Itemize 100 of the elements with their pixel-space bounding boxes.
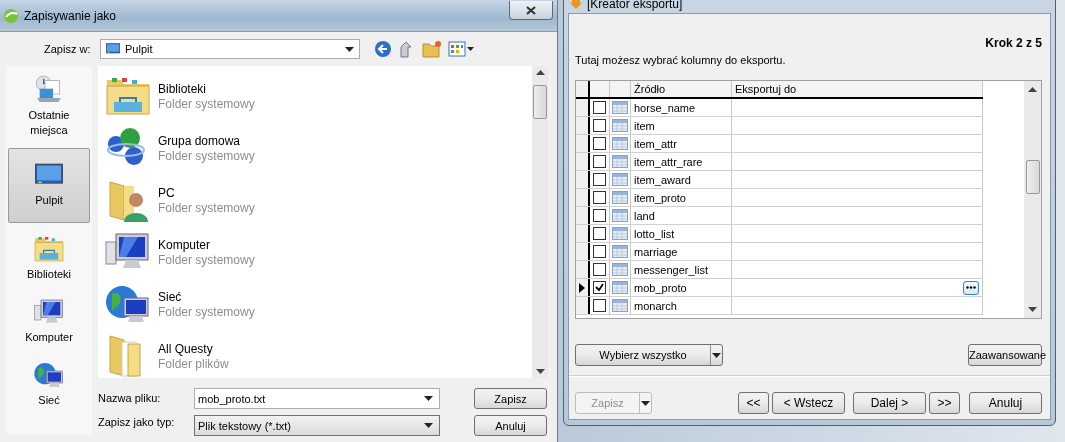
row-header-cell[interactable]	[576, 135, 590, 152]
item-type: Folder systemowy	[158, 96, 255, 111]
checkbox[interactable]	[593, 173, 606, 186]
filetype-dropdown[interactable]: Plik tekstowy (*.txt)	[194, 415, 440, 436]
source-cell: monarch	[631, 297, 732, 314]
sidebar-item[interactable]: Ostatnie miejsca	[8, 70, 90, 142]
source-cell: lotto_list	[631, 225, 732, 242]
table-icon	[612, 227, 628, 240]
window-title: Zapisywanie jako	[24, 8, 118, 23]
instruction-text: Tutaj możesz wybrać kolumny do eksportu.	[575, 54, 787, 66]
sidebar-item[interactable]: Komputer	[8, 292, 90, 349]
item-type: Folder systemowy	[158, 200, 255, 215]
row-header-cell[interactable]	[576, 117, 590, 134]
item-type: Folder systemowy	[158, 252, 255, 267]
scrollbar[interactable]	[532, 66, 548, 378]
save-button[interactable]: Zapisz	[474, 388, 547, 409]
checkbox[interactable]	[593, 209, 606, 222]
table-icon	[612, 263, 628, 276]
new-folder-icon[interactable]	[422, 40, 442, 58]
source-cell: item_attr_rare	[631, 153, 732, 170]
checkbox[interactable]	[593, 263, 606, 276]
step-indicator: Krok 2 z 5	[985, 36, 1042, 50]
sidebar-item[interactable]: Biblioteki	[8, 229, 90, 286]
table-icon	[612, 281, 628, 294]
checkbox[interactable]	[593, 119, 606, 132]
file-item[interactable]: Komputer Folder systemowy	[104, 228, 532, 276]
row-header-cell[interactable]	[576, 243, 590, 260]
checkbox[interactable]	[593, 191, 606, 204]
last-page-button[interactable]: >>	[929, 392, 960, 414]
file-item[interactable]: Sieć Folder systemowy	[104, 280, 532, 328]
source-cell: land	[631, 207, 732, 224]
file-item[interactable]: PC Folder systemowy	[104, 176, 532, 224]
source-cell: item_proto	[631, 189, 732, 206]
cancel-button[interactable]: Anuluj	[969, 392, 1042, 414]
sidebar-item[interactable]: Pulpit	[8, 148, 90, 223]
window-title: [Kreator eksportu]	[587, 0, 683, 11]
location-label: Zapisz w:	[44, 43, 92, 55]
source-cell: mob_proto	[631, 279, 732, 296]
filetype-label: Zapisz jako typ:	[98, 416, 176, 428]
app-icon	[3, 7, 19, 24]
item-type: Folder systemowy	[158, 148, 255, 163]
checkbox[interactable]	[593, 101, 606, 114]
filename-field[interactable]: mob_proto.txt	[194, 388, 440, 409]
table-icon	[612, 137, 628, 150]
first-page-button[interactable]: <<	[738, 392, 769, 414]
checkbox[interactable]	[593, 245, 606, 258]
scroll-down-icon[interactable]	[535, 369, 545, 374]
caret-icon[interactable]	[712, 352, 721, 358]
checkbox[interactable]	[593, 155, 606, 168]
sidebar-item[interactable]: Sieć	[8, 355, 90, 412]
table-icon	[612, 101, 628, 114]
column-header[interactable]: Źródło	[631, 81, 732, 97]
source-cell: item_award	[631, 171, 732, 188]
item-type: Folder plików	[158, 356, 229, 371]
scroll-up-icon[interactable]	[1028, 87, 1037, 92]
row-header-cell[interactable]	[576, 279, 590, 296]
download-arrow-icon	[570, 0, 582, 9]
row-header-cell[interactable]	[576, 99, 590, 116]
row-header-cell[interactable]	[576, 297, 590, 314]
checkbox[interactable]	[593, 281, 606, 294]
column-header[interactable]: Eksportuj do	[732, 81, 983, 97]
checkbox[interactable]	[593, 137, 606, 150]
row-header-cell[interactable]	[576, 261, 590, 278]
ellipsis-icon	[966, 286, 976, 289]
scroll-thumb[interactable]	[1025, 160, 1040, 194]
scroll-up-icon[interactable]	[535, 70, 545, 75]
table-icon	[612, 119, 628, 132]
row-header-cell[interactable]	[576, 225, 590, 242]
table-icon	[612, 191, 628, 204]
row-header-cell[interactable]	[576, 189, 590, 206]
back-button[interactable]: < Wstecz	[772, 392, 845, 414]
scroll-thumb[interactable]	[533, 85, 547, 119]
view-menu-icon[interactable]	[448, 41, 474, 57]
next-button[interactable]: Dalej >	[853, 392, 926, 414]
source-cell: marriage	[631, 243, 732, 260]
location-dropdown[interactable]: Pulpit	[100, 39, 360, 59]
row-header-cell[interactable]	[576, 207, 590, 224]
table-icon	[612, 299, 628, 312]
close-button[interactable]	[509, 1, 553, 20]
file-item[interactable]: Biblioteki Folder systemowy	[104, 72, 532, 120]
file-item[interactable]: Grupa domowa Folder systemowy	[104, 124, 532, 172]
cancel-button[interactable]: Anuluj	[474, 415, 547, 436]
location-value: Pulpit	[125, 43, 154, 55]
source-cell: horse_name	[631, 99, 732, 116]
select-all-button[interactable]: Wybierz wszystko	[575, 344, 723, 366]
table-icon	[612, 245, 628, 258]
checkbox[interactable]	[593, 299, 606, 312]
file-item[interactable]: All Questy Folder plików	[104, 332, 532, 378]
source-cell: messenger_list	[631, 261, 732, 278]
caret-icon[interactable]	[424, 423, 433, 428]
caret-icon[interactable]	[345, 46, 354, 52]
caret-icon[interactable]	[424, 396, 433, 401]
row-header-cell[interactable]	[576, 153, 590, 170]
checkmark-icon	[595, 283, 604, 292]
scroll-down-icon[interactable]	[1028, 307, 1037, 312]
table-icon	[612, 173, 628, 186]
scrollbar[interactable]	[1024, 81, 1041, 318]
row-header-cell[interactable]	[576, 171, 590, 188]
checkbox[interactable]	[593, 227, 606, 240]
browse-button[interactable]	[963, 280, 979, 295]
